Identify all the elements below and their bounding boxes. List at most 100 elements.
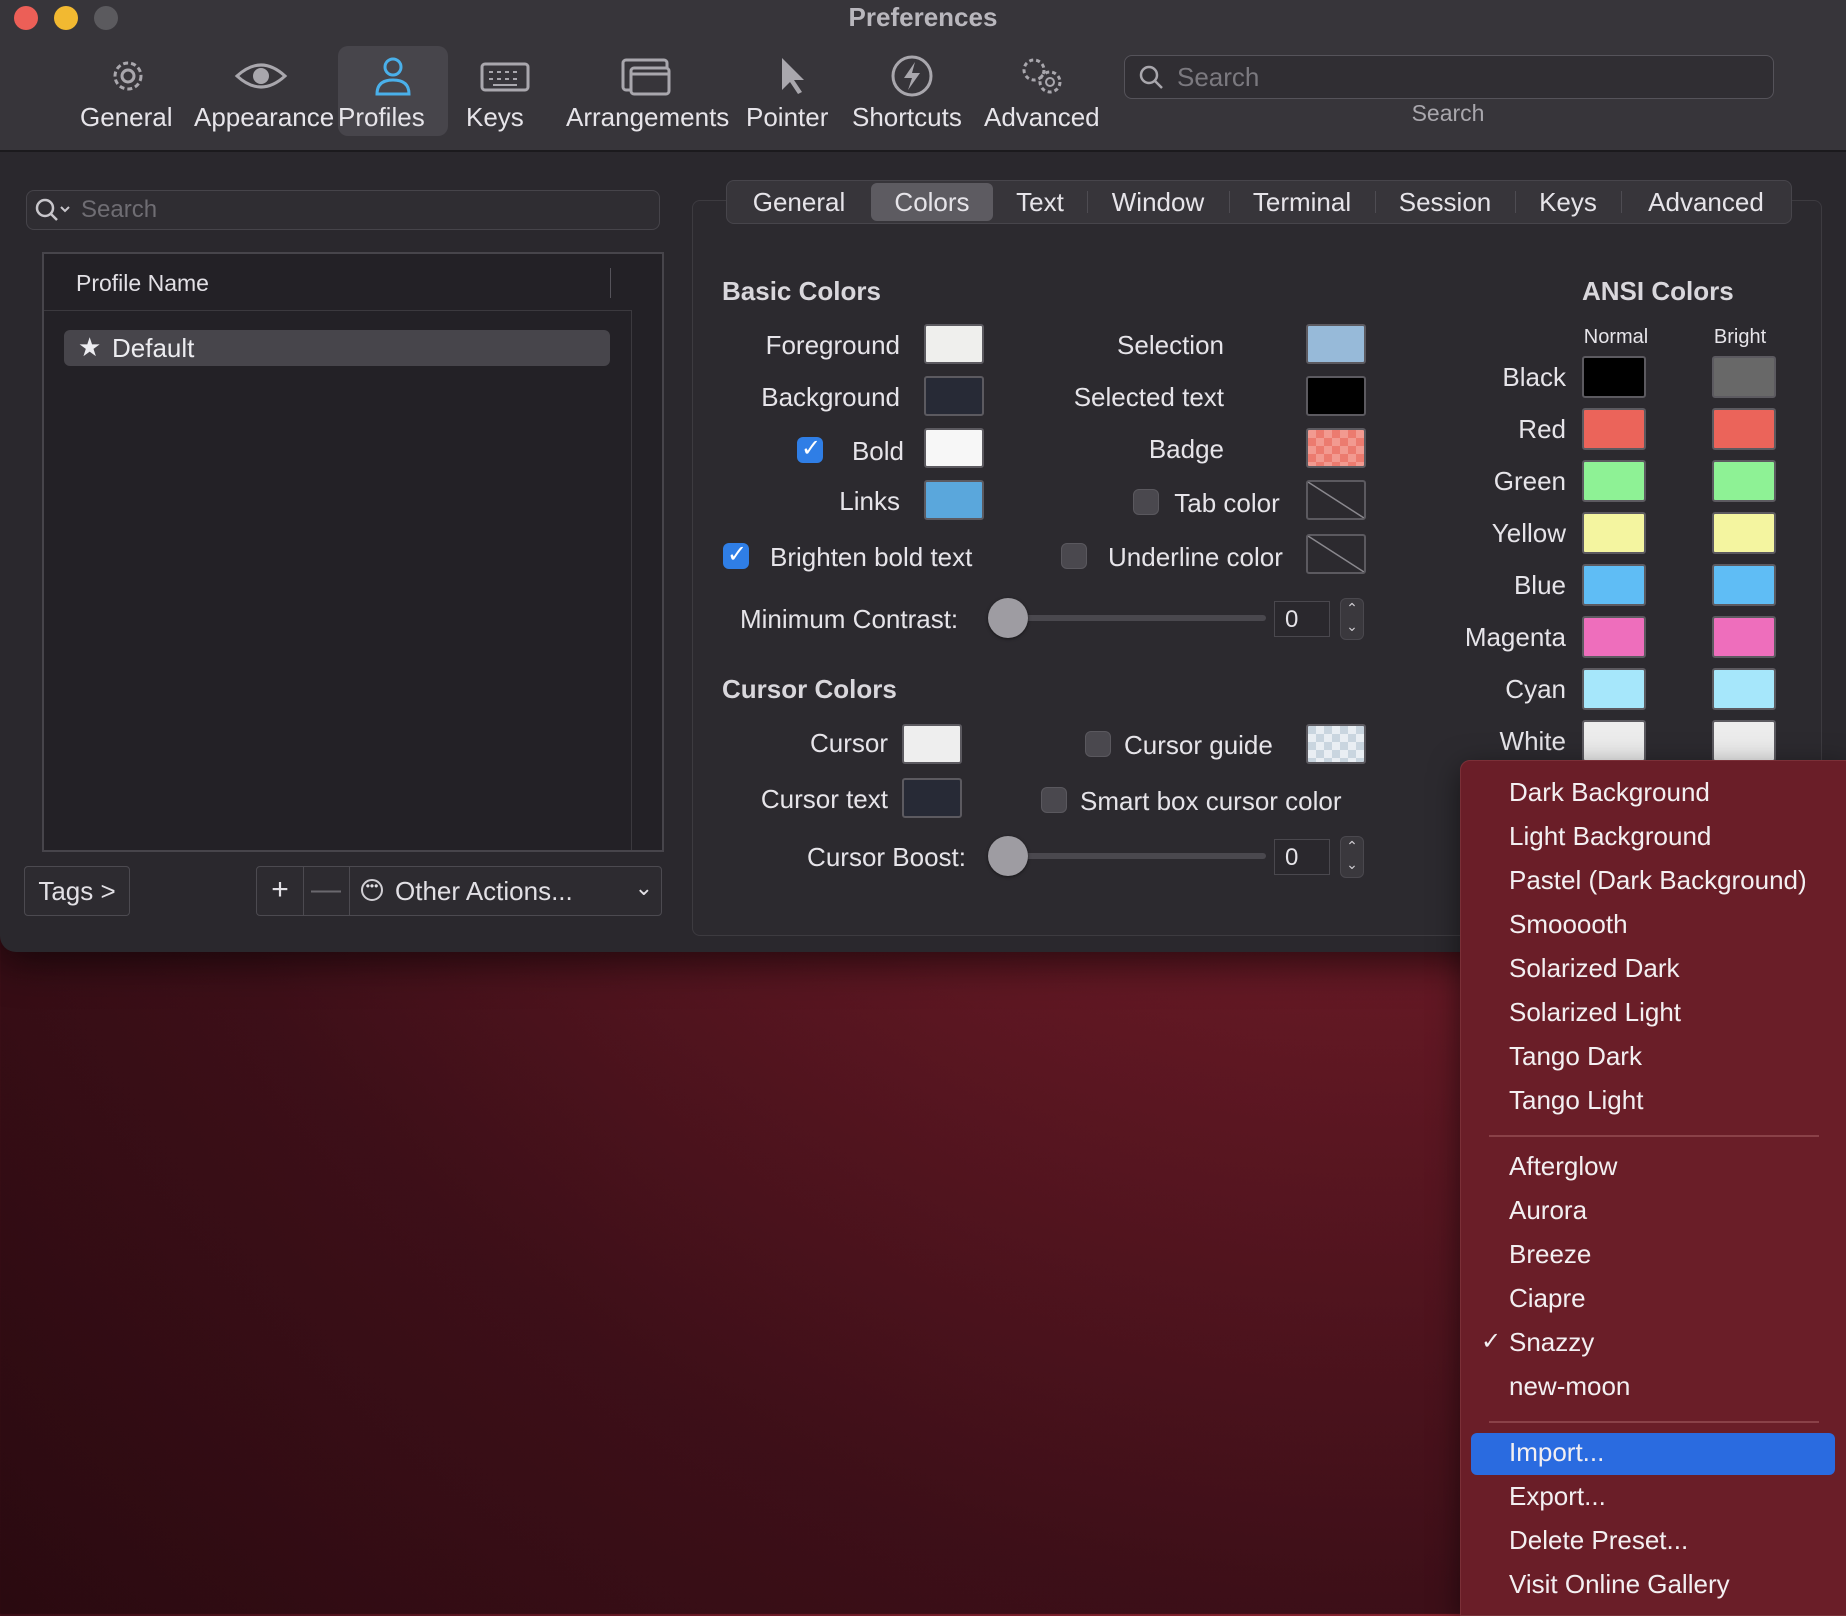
- other-actions-button[interactable]: ••• Other Actions... ⌄: [351, 867, 661, 915]
- remove-profile-button[interactable]: —: [303, 867, 350, 915]
- foreground-swatch[interactable]: [924, 324, 984, 364]
- selection-swatch[interactable]: [1306, 324, 1366, 364]
- underline-color-swatch[interactable]: [1306, 534, 1366, 574]
- ansi-bright-swatch-yellow[interactable]: [1712, 512, 1776, 554]
- min-contrast-slider-track[interactable]: [1006, 615, 1266, 621]
- bold-swatch[interactable]: [924, 428, 984, 468]
- toolbar-search[interactable]: [1124, 55, 1774, 99]
- toolbar-appearance[interactable]: Appearance: [194, 46, 334, 136]
- tab-colors[interactable]: Colors: [871, 183, 993, 221]
- links-swatch[interactable]: [924, 480, 984, 520]
- bolt-icon: [891, 55, 933, 97]
- toolbar-keys[interactable]: Keys: [466, 46, 544, 136]
- smart-box-cursor-checkbox[interactable]: [1041, 787, 1067, 813]
- background-label: Background: [761, 382, 900, 412]
- menu-item-solarized-light[interactable]: Solarized Light: [1509, 997, 1681, 1028]
- ansi-bright-swatch-magenta[interactable]: [1712, 616, 1776, 658]
- menu-item-delete-preset[interactable]: Delete Preset...: [1509, 1525, 1688, 1556]
- min-contrast-slider-knob[interactable]: [988, 598, 1028, 638]
- ansi-label-green: Green: [1493, 466, 1566, 496]
- menu-item-tango-dark[interactable]: Tango Dark: [1509, 1041, 1642, 1072]
- profile-search[interactable]: [26, 190, 660, 230]
- toolbar-pointer[interactable]: Pointer: [746, 46, 834, 136]
- ansi-bright-swatch-white[interactable]: [1712, 720, 1776, 762]
- tab-terminal[interactable]: Terminal: [1229, 181, 1375, 223]
- toolbar-search-input[interactable]: [1175, 60, 1759, 94]
- profile-row-default[interactable]: ★ Default: [64, 330, 610, 366]
- menu-item-smooooth[interactable]: Smooooth: [1509, 909, 1628, 940]
- ansi-bright-swatch-cyan[interactable]: [1712, 668, 1776, 710]
- cursor-swatch[interactable]: [902, 724, 962, 764]
- brighten-bold-checkbox[interactable]: [723, 540, 749, 569]
- tab-color-swatch[interactable]: [1306, 480, 1366, 520]
- menu-item-export[interactable]: Export...: [1509, 1481, 1606, 1512]
- menu-item-pastel-dark-background[interactable]: Pastel (Dark Background): [1509, 865, 1807, 896]
- selected-text-swatch[interactable]: [1306, 376, 1366, 416]
- min-contrast-stepper[interactable]: ⌃ ⌄: [1340, 598, 1364, 640]
- ansi-normal-swatch-red[interactable]: [1582, 408, 1646, 450]
- ansi-bright-swatch-blue[interactable]: [1712, 564, 1776, 606]
- ansi-normal-swatch-blue[interactable]: [1582, 564, 1646, 606]
- cursor-guide-swatch[interactable]: [1306, 724, 1366, 764]
- tab-window[interactable]: Window: [1087, 181, 1229, 223]
- toolbar-general[interactable]: General: [80, 46, 176, 136]
- keyboard-icon: [480, 62, 530, 92]
- profile-search-input[interactable]: [79, 194, 643, 226]
- menu-item-tango-light[interactable]: Tango Light: [1509, 1085, 1643, 1116]
- selection-label: Selection: [1117, 330, 1224, 360]
- cursor-boost-slider-track[interactable]: [1006, 853, 1266, 859]
- tab-general[interactable]: General: [727, 181, 871, 223]
- pointer-icon: [782, 58, 804, 94]
- ansi-normal-swatch-black[interactable]: [1582, 356, 1646, 398]
- menu-item-afterglow[interactable]: Afterglow: [1509, 1151, 1617, 1182]
- menu-item-visit-online-gallery[interactable]: Visit Online Gallery: [1509, 1569, 1730, 1600]
- menu-item-aurora[interactable]: Aurora: [1509, 1195, 1587, 1226]
- toolbar-advanced[interactable]: Advanced: [984, 46, 1100, 136]
- ansi-normal-swatch-green[interactable]: [1582, 460, 1646, 502]
- menu-item-dark-background[interactable]: Dark Background: [1509, 777, 1710, 808]
- ansi-normal-swatch-white[interactable]: [1582, 720, 1646, 762]
- menu-item-breeze[interactable]: Breeze: [1509, 1239, 1591, 1270]
- ansi-normal-swatch-cyan[interactable]: [1582, 668, 1646, 710]
- cursor-guide-checkbox[interactable]: [1085, 731, 1111, 757]
- min-contrast-label: Minimum Contrast:: [740, 604, 959, 634]
- ansi-normal-swatch-yellow[interactable]: [1582, 512, 1646, 554]
- background-swatch[interactable]: [924, 376, 984, 416]
- cursor-text-swatch[interactable]: [902, 778, 962, 818]
- profile-name-column-header[interactable]: Profile Name: [44, 254, 632, 311]
- cursor-boost-field[interactable]: 0: [1274, 839, 1330, 875]
- min-contrast-field[interactable]: 0: [1274, 601, 1330, 637]
- menu-item-new-moon[interactable]: new-moon: [1509, 1371, 1630, 1402]
- eye-icon: [234, 63, 288, 89]
- ansi-bright-swatch-black[interactable]: [1712, 356, 1776, 398]
- tab-text[interactable]: Text: [993, 181, 1087, 223]
- menu-item-light-background[interactable]: Light Background: [1509, 821, 1711, 852]
- ansi-label-yellow: Yellow: [1491, 518, 1566, 548]
- menu-item-import[interactable]: Import...: [1509, 1437, 1604, 1468]
- foreground-label: Foreground: [765, 330, 900, 360]
- menu-item-snazzy[interactable]: Snazzy: [1509, 1327, 1594, 1358]
- ansi-bright-swatch-green[interactable]: [1712, 460, 1776, 502]
- menu-item-solarized-dark[interactable]: Solarized Dark: [1509, 953, 1680, 984]
- menu-separator: [1489, 1421, 1819, 1423]
- toolbar: Preferences General Appearance Profiles …: [0, 0, 1846, 152]
- menu-item-ciapre[interactable]: Ciapre: [1509, 1283, 1586, 1314]
- underline-color-checkbox[interactable]: [1061, 543, 1087, 569]
- ansi-bright-swatch-red[interactable]: [1712, 408, 1776, 450]
- tab-advanced[interactable]: Advanced: [1621, 181, 1791, 223]
- tab-keys[interactable]: Keys: [1515, 181, 1621, 223]
- tab-session[interactable]: Session: [1375, 181, 1515, 223]
- tab-color-checkbox[interactable]: [1133, 489, 1159, 515]
- add-profile-button[interactable]: +: [257, 867, 304, 915]
- cursor-boost-slider-knob[interactable]: [988, 836, 1028, 876]
- profile-list-scrollbar[interactable]: [631, 310, 662, 850]
- toolbar-shortcuts[interactable]: Shortcuts: [852, 46, 972, 136]
- badge-swatch[interactable]: [1306, 428, 1366, 468]
- toolbar-label: Pointer: [746, 102, 829, 132]
- cursor-boost-stepper[interactable]: ⌃ ⌄: [1340, 836, 1364, 878]
- ansi-normal-swatch-magenta[interactable]: [1582, 616, 1646, 658]
- toolbar-arrangements[interactable]: Arrangements: [566, 46, 729, 136]
- menu-separator: [1489, 1135, 1819, 1137]
- toolbar-profiles[interactable]: Profiles: [338, 46, 448, 136]
- tags-button[interactable]: Tags >: [24, 866, 130, 916]
